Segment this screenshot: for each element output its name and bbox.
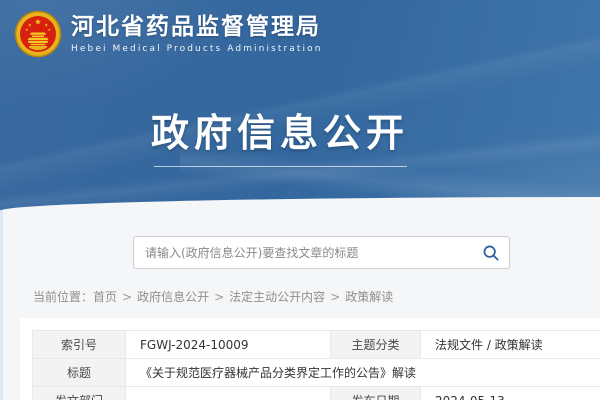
title-value: 《关于规范医疗器械产品分类界定工作的公告》解读: [126, 359, 600, 387]
page: ★ ★ ★ ★ ★ 河北省药品监督管理局 Hebei Medical Produ…: [0, 0, 600, 400]
title-label: 标题: [33, 359, 126, 387]
breadcrumb-statutory-disclosure[interactable]: 法定主动公开内容: [229, 290, 325, 304]
publish-date-label: 发布日期: [331, 387, 421, 400]
site-logo[interactable]: ★ ★ ★ ★ ★ 河北省药品监督管理局 Hebei Medical Produ…: [14, 10, 323, 58]
search-input[interactable]: [134, 246, 476, 260]
breadcrumb-gov-info[interactable]: 政府信息公开: [137, 290, 209, 304]
table-row: 索引号 FGWJ-2024-10009 主题分类 法规文件 / 政策解读: [33, 331, 600, 359]
search-button[interactable]: [476, 237, 509, 268]
breadcrumb-label: 当前位置：: [33, 290, 93, 304]
breadcrumb-home[interactable]: 首页: [93, 290, 117, 304]
subject-category-value: 法规文件 / 政策解读: [421, 331, 600, 359]
index-number-value: FGWJ-2024-10009: [126, 331, 331, 359]
breadcrumb-policy-interpretation[interactable]: 政策解读: [345, 290, 393, 304]
svg-text:★: ★: [34, 16, 41, 26]
issuing-department-value: [126, 387, 331, 400]
table-row: 发文部门 发布日期 2024-05-13: [33, 387, 600, 400]
site-header: ★ ★ ★ ★ ★ 河北省药品监督管理局 Hebei Medical Produ…: [0, 0, 600, 210]
search-icon: [482, 244, 500, 262]
subject-category-label: 主题分类: [331, 331, 421, 359]
org-name-block: 河北省药品监督管理局 Hebei Medical Products Admini…: [71, 14, 323, 55]
content-area: 当前位置：首页 > 政府信息公开 > 法定主动公开内容 > 政策解读 索引号 FGWJ-20…: [0, 210, 600, 400]
breadcrumb: 当前位置：首页 > 政府信息公开 > 法定主动公开内容 > 政策解读: [33, 288, 393, 305]
org-name-en: Hebei Medical Products Administration: [71, 44, 323, 54]
page-title: 政府信息公开: [0, 112, 560, 154]
table-row: 标题 《关于规范医疗器械产品分类界定工作的公告》解读: [33, 359, 600, 387]
document-card: 索引号 FGWJ-2024-10009 主题分类 法规文件 / 政策解读 标题 …: [20, 318, 600, 400]
org-name: 河北省药品监督管理局: [71, 14, 323, 42]
breadcrumb-separator: >: [122, 290, 132, 304]
title-underline: [154, 166, 407, 167]
index-number-label: 索引号: [33, 331, 126, 359]
breadcrumb-separator: >: [330, 290, 340, 304]
page-left-edge: [0, 210, 3, 400]
search-box: [133, 236, 510, 269]
document-meta-table: 索引号 FGWJ-2024-10009 主题分类 法规文件 / 政策解读 标题 …: [32, 330, 600, 400]
banner-hero: 政府信息公开: [0, 112, 560, 167]
publish-date-value: 2024-05-13: [421, 387, 600, 400]
breadcrumb-separator: >: [214, 290, 224, 304]
national-emblem-icon: ★ ★ ★ ★ ★: [14, 10, 62, 58]
issuing-department-label: 发文部门: [33, 387, 126, 400]
